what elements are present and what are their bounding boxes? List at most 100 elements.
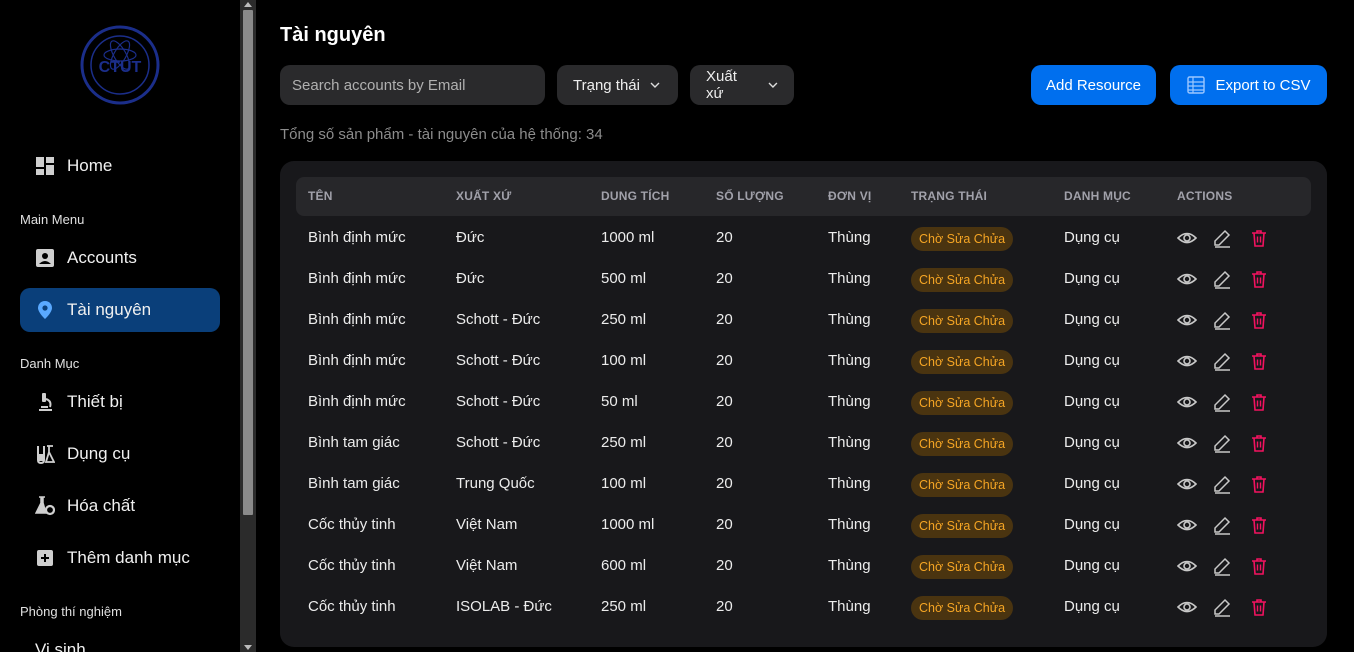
nav-tools-label: Dụng cụ (67, 444, 131, 463)
table-cell: Dụng cụ (1064, 434, 1120, 451)
export-csv-label: Export to CSV (1215, 76, 1311, 94)
add-resource-label: Add Resource (1045, 76, 1142, 94)
table-row: Bình định mức Schott - Đức 250 ml 20 Thùng Ch… (296, 299, 1311, 340)
nav-accounts[interactable]: Accounts (20, 236, 220, 280)
table-cell: Schott - Đức (456, 311, 541, 328)
table-cell: Thùng (828, 270, 871, 287)
microscope-icon (35, 392, 55, 412)
delete-trash-icon[interactable] (1249, 310, 1269, 330)
table-cell: 500 ml (601, 270, 647, 287)
main-content: Tài nguyên Trạng thái Xuất xứ Add Resour… (256, 0, 1354, 652)
export-csv-button[interactable]: Export to CSV (1170, 65, 1327, 105)
view-eye-icon[interactable] (1176, 351, 1198, 371)
table-cell: ISOLAB - Đức (456, 598, 552, 615)
nav-tools[interactable]: Dụng cụ (20, 432, 220, 476)
table-cell: Dụng cụ (1064, 270, 1120, 287)
table-cell: Bình định mức (308, 393, 406, 410)
delete-trash-icon[interactable] (1249, 556, 1269, 576)
delete-trash-icon[interactable] (1249, 228, 1269, 248)
delete-trash-icon[interactable] (1249, 351, 1269, 371)
add-resource-button[interactable]: Add Resource (1031, 65, 1156, 105)
table-cell: 20 (716, 311, 733, 328)
nav-home-label: Home (67, 156, 113, 175)
delete-trash-icon[interactable] (1249, 269, 1269, 289)
table-cell: 20 (716, 475, 733, 492)
table-cell: Thùng (828, 229, 871, 246)
nav-resources-label: Tài nguyên (67, 300, 152, 319)
nav-chemicals[interactable]: Hóa chất (20, 484, 220, 528)
status-chip: Chờ Sửa Chửa (911, 514, 1014, 538)
search-input[interactable] (280, 65, 545, 105)
status-filter-dropdown[interactable]: Trạng thái (557, 65, 678, 105)
lab-tubes-icon (35, 444, 55, 464)
view-eye-icon[interactable] (1176, 474, 1198, 494)
view-eye-icon[interactable] (1176, 269, 1198, 289)
nav-devices[interactable]: Thiết bị (20, 380, 220, 424)
table-cell: Thùng (828, 557, 871, 574)
resource-table: TÊN XUẤT XỨ DUNG TÍCH SỐ LƯỢNG ĐƠN VỊ TR… (280, 161, 1327, 647)
ctut-logo: CTUT (80, 25, 160, 105)
delete-trash-icon[interactable] (1249, 392, 1269, 412)
flask-gear-icon (35, 496, 55, 516)
table-cell: Thùng (828, 311, 871, 328)
nav-microbio-label: Vi sinh (35, 640, 86, 652)
nav-chemicals-label: Hóa chất (67, 496, 136, 515)
view-eye-icon[interactable] (1176, 392, 1198, 412)
table-cell: 600 ml (601, 557, 647, 574)
table-cell: Bình định mức (308, 270, 406, 287)
edit-pencil-icon[interactable] (1212, 310, 1232, 330)
table-cell: Dụng cụ (1064, 516, 1120, 533)
table-row: Bình định mức Schott - Đức 50 ml 20 Thùng Chờ… (296, 381, 1311, 422)
delete-trash-icon[interactable] (1249, 433, 1269, 453)
edit-pencil-icon[interactable] (1212, 515, 1232, 535)
scroll-down-arrow-icon[interactable] (244, 645, 252, 650)
table-cell: Bình tam giác (308, 475, 400, 492)
delete-trash-icon[interactable] (1249, 515, 1269, 535)
main-menu-label: Main Menu (20, 212, 85, 227)
status-chip: Chờ Sửa Chửa (911, 309, 1014, 333)
table-cell: 250 ml (601, 598, 647, 615)
edit-pencil-icon[interactable] (1212, 556, 1232, 576)
delete-trash-icon[interactable] (1249, 597, 1269, 617)
table-cell: 20 (716, 557, 733, 574)
edit-pencil-icon[interactable] (1212, 597, 1232, 617)
table-cell: Schott - Đức (456, 352, 541, 369)
account-box-icon (35, 248, 55, 268)
view-eye-icon[interactable] (1176, 310, 1198, 330)
origin-filter-label: Xuất xứ (706, 68, 737, 102)
nav-microbio[interactable]: Vi sinh (20, 628, 220, 652)
table-cell: 20 (716, 516, 733, 533)
edit-pencil-icon[interactable] (1212, 351, 1232, 371)
edit-pencil-icon[interactable] (1212, 269, 1232, 289)
chevron-down-icon (768, 82, 778, 88)
column-header: TRẠNG THÁI (911, 189, 987, 203)
edit-pencil-icon[interactable] (1212, 228, 1232, 248)
table-cell: Cốc thủy tinh (308, 516, 396, 533)
table-cell: Thùng (828, 393, 871, 410)
view-eye-icon[interactable] (1176, 228, 1198, 248)
status-chip: Chờ Sửa Chửa (911, 391, 1014, 415)
table-row: Bình tam giác Trung Quốc 100 ml 20 Thùng Chờ … (296, 463, 1311, 504)
table-cell: Đức (456, 270, 485, 287)
nav-devices-label: Thiết bị (67, 392, 123, 411)
delete-trash-icon[interactable] (1249, 474, 1269, 494)
nav-resources[interactable]: Tài nguyên (20, 288, 220, 332)
nav-home[interactable]: Home (20, 144, 220, 188)
scroll-thumb[interactable] (243, 10, 253, 515)
view-eye-icon[interactable] (1176, 433, 1198, 453)
edit-pencil-icon[interactable] (1212, 392, 1232, 412)
view-eye-icon[interactable] (1176, 597, 1198, 617)
nav-add-category[interactable]: Thêm danh mục (20, 536, 220, 580)
table-cell: Trung Quốc (456, 475, 535, 492)
view-eye-icon[interactable] (1176, 556, 1198, 576)
origin-filter-dropdown[interactable]: Xuất xứ (690, 65, 794, 105)
view-eye-icon[interactable] (1176, 515, 1198, 535)
edit-pencil-icon[interactable] (1212, 474, 1232, 494)
table-cell: Cốc thủy tinh (308, 557, 396, 574)
sidebar-scrollbar[interactable] (240, 0, 256, 652)
edit-pencil-icon[interactable] (1212, 433, 1232, 453)
table-cell: Thùng (828, 475, 871, 492)
table-cell: 1000 ml (601, 229, 655, 246)
table-cell: 100 ml (601, 475, 647, 492)
scroll-up-arrow-icon[interactable] (244, 2, 252, 7)
